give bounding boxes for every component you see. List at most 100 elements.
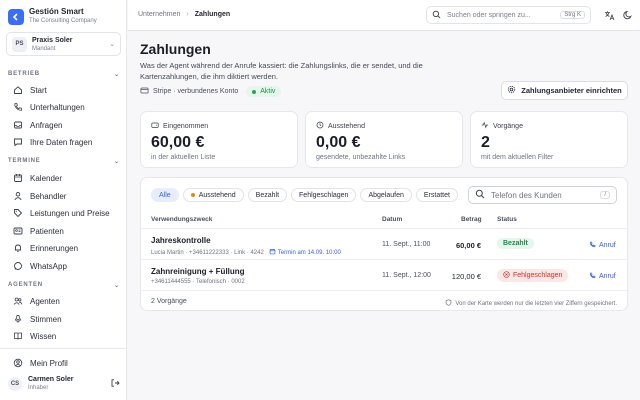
sidebar-item-mein-profil[interactable]: Mein Profil bbox=[12, 356, 120, 370]
filter-chip-bezahlt[interactable]: Bezahlt bbox=[247, 188, 288, 202]
sidebar-item-start[interactable]: Start bbox=[12, 83, 120, 97]
user-name: Carmen Soler bbox=[28, 376, 74, 383]
search-icon bbox=[475, 189, 485, 201]
customer-phone-search-input[interactable]: Telefon des Kunden / bbox=[468, 186, 617, 204]
filter-chip-fehlgeschlagen[interactable]: Fehlgeschlagen bbox=[291, 188, 357, 202]
sidebar-item-unterhaltungen[interactable]: Unterhaltungen bbox=[12, 100, 120, 114]
row-title: Zahnreinigung + Füllung bbox=[151, 267, 245, 276]
setup-payment-provider-button[interactable]: Zahlungsanbieter einrichten bbox=[501, 81, 628, 100]
sidebar-item-leistungen[interactable]: Leistungen und Preise bbox=[12, 206, 120, 220]
sidebar-item-wissen[interactable]: Wissen bbox=[12, 329, 120, 343]
sidebar-item-erinnerungen[interactable]: Erinnerungen bbox=[12, 241, 120, 255]
tag-icon bbox=[12, 208, 23, 219]
sidebar-item-label: Kalender bbox=[30, 173, 63, 183]
sidebar-item-stimmen[interactable]: Stimmen bbox=[12, 312, 120, 326]
call-button[interactable]: Anruf bbox=[589, 241, 616, 250]
connection-label: Stripe · verbundenes Konto bbox=[153, 88, 239, 95]
section-header-termine[interactable]: TERMINE ⌄ bbox=[8, 158, 120, 165]
sidebar-item-whatsapp[interactable]: WhatsApp bbox=[12, 259, 120, 273]
gear-icon bbox=[507, 85, 516, 96]
status-badge-label: Fehlgeschlagen bbox=[513, 272, 563, 279]
stat-card-vorgaenge: Vorgänge 2 mit dem aktuellen Filter bbox=[470, 111, 628, 168]
search-placeholder: Telefon des Kunden bbox=[491, 190, 562, 200]
sidebar-item-patienten[interactable]: Patienten bbox=[12, 224, 120, 238]
sidebar-item-anfragen[interactable]: Anfragen bbox=[12, 118, 120, 132]
sidebar-item-kalender[interactable]: Kalender bbox=[12, 171, 120, 185]
stat-value: 2 bbox=[481, 134, 490, 151]
global-search-input[interactable]: Suchen oder springen zu... Strg K bbox=[426, 6, 591, 24]
section-header-betrieb[interactable]: BETRIEB ⌄ bbox=[8, 71, 120, 78]
footer-note-text: Von der Karte werden nur die letzten vie… bbox=[455, 300, 617, 307]
chevron-right-icon: › bbox=[186, 11, 189, 18]
section-label: TERMINE bbox=[8, 158, 41, 164]
breadcrumb-item[interactable]: Unternehmen bbox=[138, 11, 180, 18]
call-button[interactable]: Anruf bbox=[589, 272, 616, 281]
section-label: AGENTEN bbox=[8, 282, 43, 288]
stat-label: Ausstehend bbox=[328, 122, 365, 130]
sidebar-item-label: Patienten bbox=[30, 226, 64, 236]
stat-label: Eingenommen bbox=[163, 122, 209, 130]
search-shortcut: Strg K bbox=[560, 11, 585, 19]
stat-value: 0,00 € bbox=[316, 134, 361, 151]
status-dot bbox=[190, 193, 195, 197]
main-content: Zahlungen Was der Agent während der Anru… bbox=[128, 31, 640, 400]
filter-chips: Alle Ausstehend Bezahlt Fehlgeschlagen A… bbox=[151, 188, 462, 202]
column-header-betrag: Betrag bbox=[461, 216, 482, 223]
chevron-down-icon: ⌄ bbox=[114, 72, 120, 78]
book-icon bbox=[12, 331, 23, 342]
sidebar-item-agenten[interactable]: Agenten bbox=[12, 294, 120, 308]
users-icon bbox=[12, 296, 23, 307]
search-icon bbox=[432, 10, 441, 21]
sidebar-item-label: Wissen bbox=[30, 331, 57, 341]
status-badge-failed: Fehlgeschlagen bbox=[497, 269, 569, 282]
page-description: Was der Agent während der Anrufe kassier… bbox=[140, 61, 423, 81]
search-shortcut: / bbox=[600, 191, 610, 199]
wallet-icon bbox=[151, 121, 159, 131]
chip-label: Ausstehend bbox=[198, 191, 236, 199]
column-header-status: Status bbox=[497, 216, 517, 223]
table-row[interactable]: Zahnreinigung + Füllung +34611444555 · T… bbox=[141, 261, 629, 291]
sidebar-item-label: Stimmen bbox=[30, 314, 62, 324]
filter-chip-abgelaufen[interactable]: Abgelaufen bbox=[360, 188, 412, 202]
button-label: Zahlungsanbieter einrichten bbox=[521, 86, 622, 95]
column-header-verwendungszweck: Verwendungszweck bbox=[151, 216, 213, 223]
sidebar-item-label: Anfragen bbox=[30, 120, 63, 130]
translate-icon[interactable] bbox=[602, 8, 616, 22]
table-header: Verwendungszweck Datum Betrag Status bbox=[141, 211, 629, 229]
tenant-switcher[interactable]: PS Praxis Soler Mandant ⌄ bbox=[6, 32, 121, 56]
section-label: BETRIEB bbox=[8, 71, 40, 77]
filter-chip-ausstehend[interactable]: Ausstehend bbox=[182, 188, 244, 202]
brand[interactable]: Gestión Smart The Consulting Company bbox=[8, 7, 97, 26]
stat-card-ausstehend: Ausstehend 0,00 € gesendete, unbezahlte … bbox=[305, 111, 463, 168]
whatsapp-icon bbox=[12, 261, 23, 272]
chat-icon bbox=[12, 137, 23, 148]
filter-chip-alle[interactable]: Alle bbox=[151, 188, 179, 202]
filter-chip-erstattet[interactable]: Erstattet bbox=[415, 188, 458, 202]
status-badge-label: Aktiv bbox=[260, 88, 276, 95]
sidebar-divider bbox=[0, 348, 127, 349]
logout-icon[interactable] bbox=[110, 378, 120, 390]
tenant-name: Praxis Soler bbox=[32, 36, 73, 44]
table-row[interactable]: Jahreskontrolle Lucia Martin · +34611222… bbox=[141, 230, 629, 260]
phone-icon bbox=[12, 102, 23, 113]
sidebar-item-ihre-daten-fragen[interactable]: Ihre Daten fragen bbox=[12, 135, 120, 149]
user-menu: CS Carmen Soler Inhaber bbox=[8, 375, 120, 392]
section-header-agenten[interactable]: AGENTEN ⌄ bbox=[8, 282, 120, 289]
moon-icon[interactable] bbox=[621, 8, 635, 22]
stat-sub: mit dem aktuellen Filter bbox=[481, 154, 554, 161]
sidebar-item-behandler[interactable]: Behandler bbox=[12, 189, 120, 203]
appointment-link[interactable]: Termin am 14.09. 10:00 bbox=[269, 248, 341, 257]
chevron-down-icon: ⌄ bbox=[114, 159, 120, 165]
clock-icon bbox=[316, 121, 324, 131]
breadcrumb-current: Zahlungen bbox=[194, 11, 231, 18]
calendar-icon bbox=[269, 248, 276, 257]
activity-icon bbox=[481, 121, 489, 131]
credit-card-icon bbox=[140, 86, 149, 97]
row-amount: 60,00 € bbox=[455, 241, 481, 250]
tenant-role: Mandant bbox=[32, 45, 56, 52]
status-dot bbox=[252, 89, 257, 94]
stat-sub: in der aktuellen Liste bbox=[151, 154, 216, 161]
payments-table: Alle Ausstehend Bezahlt Fehlgeschlagen A… bbox=[140, 177, 629, 311]
sidebar-item-label: Agenten bbox=[30, 296, 60, 306]
appointment-link-label: Termin am 14.09. 10:00 bbox=[277, 249, 341, 256]
